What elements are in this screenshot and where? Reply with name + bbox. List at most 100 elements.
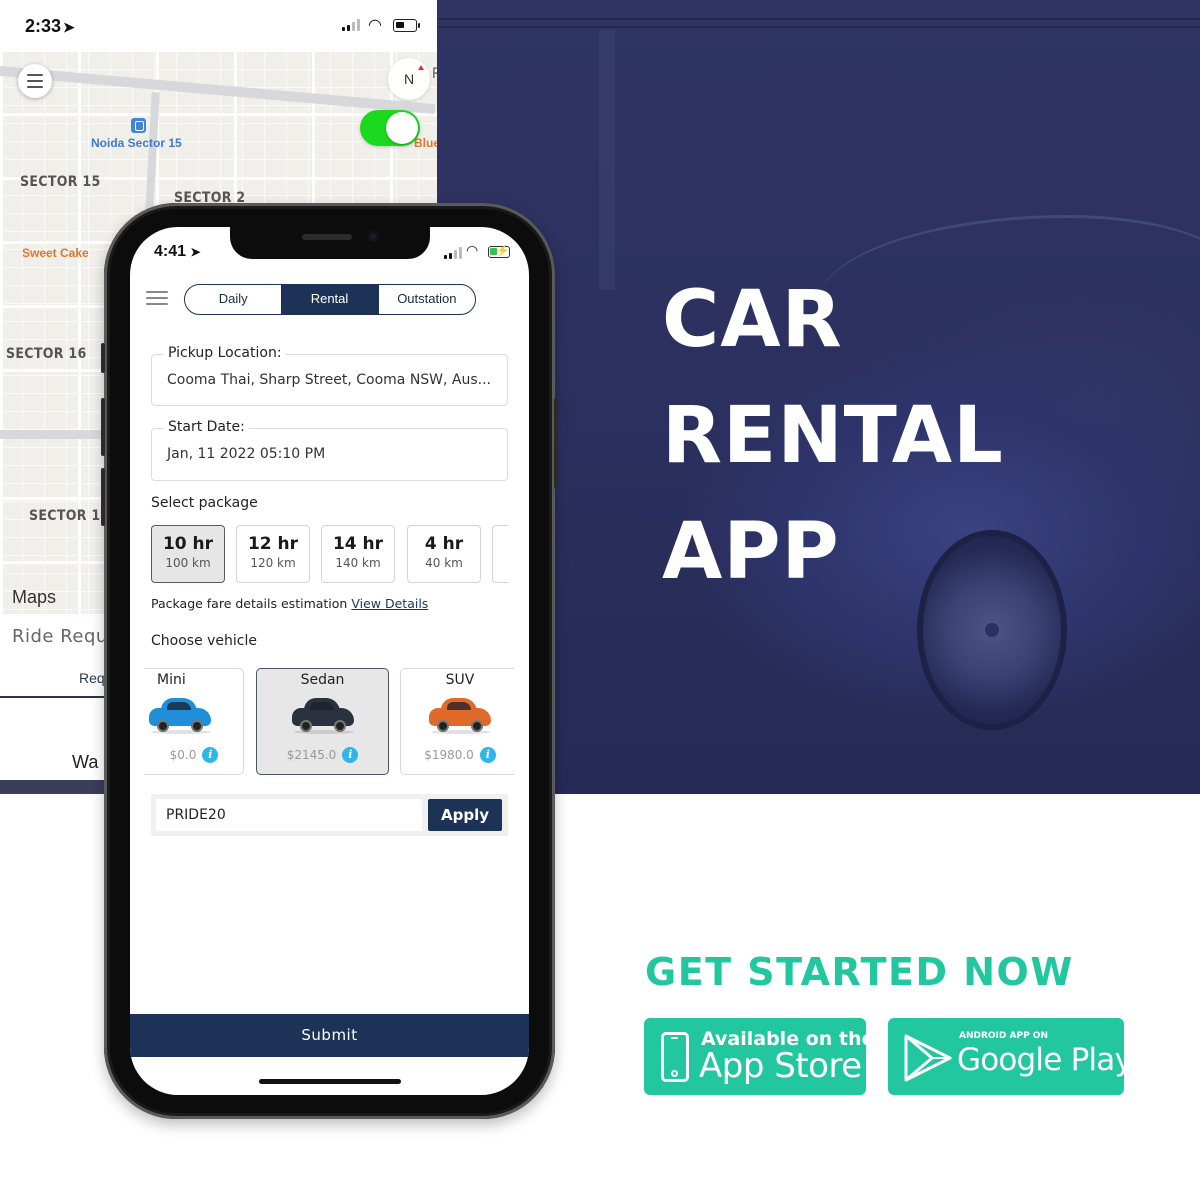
phone-mockup: 4:41 ➤ ◠ ⚡ Daily Rental Outstation Picku…: [101, 203, 558, 1119]
apple-maps-logo: Maps: [12, 587, 56, 608]
start-date-field[interactable]: Start Date: Jan, 11 2022 05:10 PM: [151, 419, 508, 481]
view-details-link[interactable]: View Details: [351, 596, 428, 611]
vehicle-list[interactable]: Mini $0.0 i Sedan $2145.0 i SUV $1980.0 …: [144, 668, 514, 776]
signal-icon: [342, 19, 360, 31]
vehicle-price: $1980.0: [424, 748, 474, 762]
app-store-button[interactable]: Available on the App Store: [644, 1018, 874, 1095]
app-store-big-text: App Store: [699, 1046, 862, 1086]
vehicle-price: $0.0: [169, 748, 197, 762]
google-play-big-text: Google Play: [957, 1042, 1133, 1078]
pickup-location-value: Cooma Thai, Sharp Street, Cooma NSW, Aus…: [167, 372, 492, 388]
car-image-sedan: [288, 694, 358, 734]
map-label-blue[interactable]: Blue: [414, 136, 437, 150]
wall-line: [437, 18, 1200, 20]
volume-down-button: [101, 468, 105, 526]
map-label-sector-17: SECTOR 17: [29, 508, 110, 524]
front-camera: [368, 231, 379, 242]
iphone-icon: [661, 1032, 689, 1082]
package-distance: 40 km: [425, 556, 463, 570]
map-road: [0, 430, 110, 439]
vehicle-card-mini[interactable]: Mini $0.0 i: [144, 668, 244, 775]
choose-vehicle-label: Choose vehicle: [151, 633, 257, 649]
package-hours: 14 hr: [332, 534, 384, 554]
wall-line: [437, 26, 1200, 28]
promo-code-input[interactable]: [156, 799, 422, 831]
package-distance: 120 km: [250, 556, 296, 570]
promo-code-box: Apply: [151, 794, 508, 836]
vehicle-name: SUV: [445, 672, 475, 688]
compass-label: N: [403, 71, 415, 87]
waiting-text: Wa: [72, 752, 99, 772]
package-hours: 4 hr: [424, 534, 464, 554]
cta-title: GET STARTED NOW: [645, 950, 1074, 994]
menu-icon[interactable]: [146, 291, 168, 305]
package-option-4hr[interactable]: 4 hr 40 km: [407, 525, 481, 583]
signal-icon: [444, 247, 462, 259]
trip-type-tabs: Daily Rental Outstation: [184, 284, 476, 315]
submit-button[interactable]: Submit: [130, 1014, 529, 1057]
map-label-sector-15: SECTOR 15: [20, 174, 101, 190]
battery-charging-icon: ⚡: [488, 245, 510, 258]
package-option-12hr[interactable]: 12 hr 120 km: [236, 525, 310, 583]
status-time-text: 4:41: [154, 243, 187, 260]
status-time: 2:33 ➤: [25, 16, 75, 37]
vehicle-name: Mini: [157, 672, 186, 688]
vehicle-card-sedan[interactable]: Sedan $2145.0 i: [256, 668, 389, 775]
status-time-text: 2:33: [25, 16, 62, 36]
mute-switch: [101, 343, 105, 373]
compass-icon[interactable]: N: [388, 58, 430, 100]
google-play-button[interactable]: ANDROID APP ON Google Play: [888, 1018, 1133, 1095]
google-play-icon: [904, 1034, 952, 1082]
map-label-noida-sector-15[interactable]: Noida Sector 15: [91, 136, 182, 150]
phone-notch: [230, 227, 430, 259]
tab-outstation[interactable]: Outstation: [377, 285, 475, 314]
toggle-knob: [386, 112, 418, 144]
request-link[interactable]: Req: [79, 670, 105, 686]
status-bar: 2:33 ➤ ◠: [0, 0, 437, 52]
package-distance: 140 km: [335, 556, 381, 570]
speaker: [302, 234, 352, 240]
package-option-10hr[interactable]: 10 hr 100 km: [151, 525, 225, 583]
start-date-value: Jan, 11 2022 05:10 PM: [167, 446, 326, 462]
google-play-small-text: ANDROID APP ON: [959, 1031, 1048, 1041]
volume-up-button: [101, 398, 105, 456]
map-road: [0, 66, 436, 115]
package-list[interactable]: 10 hr 100 km 12 hr 120 km 14 hr 140 km 4…: [151, 525, 508, 583]
info-icon[interactable]: i: [479, 747, 496, 763]
package-hours: 10 hr: [162, 534, 214, 554]
hero-title: CAR RENTAL APP: [662, 262, 1004, 610]
info-icon[interactable]: i: [202, 747, 219, 763]
map-label-sweet-cake[interactable]: Sweet Cake: [22, 246, 89, 260]
power-button: [554, 398, 558, 488]
package-option-14hr[interactable]: 14 hr 140 km: [321, 525, 395, 583]
package-distance: 100 km: [165, 556, 211, 570]
tab-rental[interactable]: Rental: [281, 285, 378, 314]
wall-pillar: [599, 30, 615, 290]
select-package-label: Select package: [151, 495, 258, 511]
vehicle-price: $2145.0: [286, 748, 337, 762]
ride-request-title: Ride Requ: [12, 626, 108, 647]
car-image-suv: [425, 694, 495, 734]
fare-text: Package fare details estimation: [151, 596, 348, 611]
battery-icon: [393, 19, 420, 32]
tab-daily[interactable]: Daily: [185, 285, 281, 314]
home-indicator[interactable]: [259, 1079, 401, 1084]
package-option-partial[interactable]: [492, 525, 508, 583]
car-image-mini: [145, 694, 215, 734]
hero-title-line: RENTAL: [662, 391, 1004, 481]
map-label-sector-16: SECTOR 16: [6, 346, 87, 362]
vehicle-card-suv[interactable]: SUV $1980.0 i: [400, 668, 514, 775]
apply-promo-button[interactable]: Apply: [428, 799, 502, 831]
map-label-r: R: [432, 66, 437, 82]
location-arrow-icon: ➤: [190, 245, 201, 259]
vehicle-name: Sedan: [300, 672, 345, 688]
pickup-location-field[interactable]: Pickup Location: Cooma Thai, Sharp Stree…: [151, 345, 508, 406]
metro-station-icon: [131, 118, 146, 133]
app-screen: 4:41 ➤ ◠ ⚡ Daily Rental Outstation Picku…: [130, 227, 529, 1095]
hero-title-line: CAR: [662, 275, 843, 365]
online-toggle[interactable]: [360, 110, 420, 146]
map-menu-button[interactable]: [18, 64, 52, 98]
info-icon[interactable]: i: [342, 747, 359, 763]
wifi-icon: ◠: [368, 17, 382, 34]
location-arrow-icon: ➤: [63, 19, 75, 35]
